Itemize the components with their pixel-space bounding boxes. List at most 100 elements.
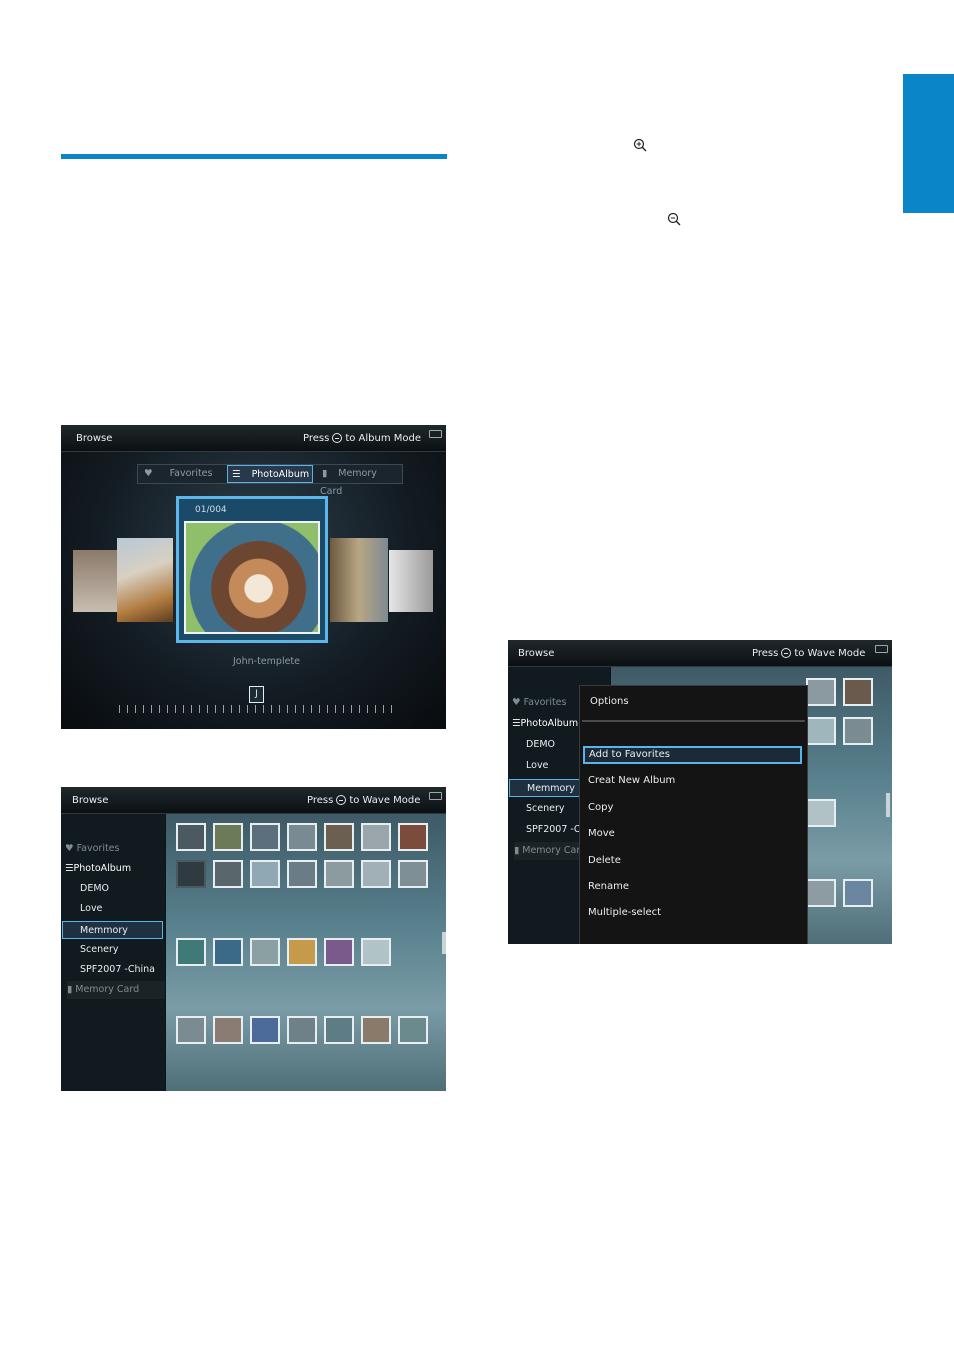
thumbnail[interactable]	[361, 823, 391, 851]
zoom-in-icon	[332, 433, 343, 443]
thumbnail[interactable]	[250, 938, 280, 966]
menu-item-rename[interactable]: Rename	[588, 878, 629, 896]
thumbnail[interactable]	[213, 860, 243, 888]
source-tabs: ♥ Favorites ☰ PhotoAlbum ▮ Memory Card	[137, 464, 403, 497]
zoom-out-icon	[336, 795, 347, 805]
top-bar: Browse Press to Album Mode	[61, 425, 446, 452]
thumbnail[interactable]	[176, 938, 206, 966]
thumbnail[interactable]	[287, 938, 317, 966]
sidebar-label: SPF2007 -C	[526, 824, 581, 835]
thumbnail[interactable]	[324, 860, 354, 888]
thumbnail[interactable]	[324, 1016, 354, 1044]
scrollbar-thumb[interactable]	[442, 932, 446, 954]
thumbnail[interactable]	[213, 938, 243, 966]
sidebar-item-memory-card[interactable]: ▮ Memory Card	[67, 981, 165, 999]
slider-letter: J	[255, 689, 258, 699]
thumbnail[interactable]	[843, 678, 873, 706]
sidebar-label: Memory Card	[522, 845, 587, 856]
thumbnail[interactable]	[250, 1016, 280, 1044]
thumbnail[interactable]	[361, 860, 391, 888]
mode-hint: Press to Wave Mode	[307, 795, 420, 806]
menu-item-delete[interactable]: Delete	[588, 852, 621, 870]
sidebar-label: Favorites	[76, 843, 120, 854]
slider-marker[interactable]: J	[249, 686, 264, 703]
sidebar-label: SPF2007 -China	[80, 964, 155, 975]
thumbnail[interactable]	[361, 1016, 391, 1044]
sidebar-label: Memmory	[80, 925, 128, 936]
thumbnail[interactable]	[213, 1016, 243, 1044]
browse-title: Browse	[76, 433, 113, 444]
thumbnail[interactable]	[213, 823, 243, 851]
battery-icon	[429, 792, 442, 800]
sidebar-item-demo[interactable]: DEMO	[80, 880, 165, 898]
menu-item-multiple-select[interactable]: Multiple-select	[588, 904, 661, 922]
thumbnail[interactable]	[324, 823, 354, 851]
thumbnail[interactable]	[806, 678, 836, 706]
press-label: Press	[752, 648, 779, 659]
thumbnail[interactable]	[398, 860, 428, 888]
thumbnail[interactable]	[176, 823, 206, 851]
thumbnail[interactable]	[806, 717, 836, 745]
tab-label: Favorites	[169, 468, 213, 479]
sidebar-label: Scenery	[80, 944, 119, 955]
sidebar-item-spf2007[interactable]: SPF2007 -China	[80, 961, 165, 979]
sidebar-item-love[interactable]: Love	[80, 900, 165, 918]
thumbnail[interactable]	[806, 799, 836, 827]
thumbnail[interactable]	[361, 938, 391, 966]
menu-item-copy[interactable]: Copy	[588, 799, 613, 817]
tab-memory-card[interactable]: ▮ Memory Card	[320, 465, 402, 497]
mode-hint: Press to Album Mode	[303, 433, 421, 444]
album-cover-left-far[interactable]	[73, 550, 117, 612]
menu-item-add-to-favorites[interactable]: Add to Favorites	[589, 746, 670, 764]
menu-item-create-new-album[interactable]: Creat New Album	[588, 772, 675, 790]
thumbnail-grid	[166, 814, 446, 1091]
thumbnail[interactable]	[287, 860, 317, 888]
album-name: John-templete	[233, 656, 300, 667]
album-cover-right[interactable]	[330, 538, 388, 622]
thumbnail[interactable]	[843, 717, 873, 745]
thumbnail[interactable]	[287, 1016, 317, 1044]
sidebar-label: DEMO	[80, 883, 109, 894]
sidebar-item-photoalbum[interactable]: ☰PhotoAlbum	[65, 860, 165, 878]
thumbnail[interactable]	[324, 938, 354, 966]
zoom-in-icon	[633, 138, 647, 152]
album-cover-selected[interactable]: 01/004	[176, 496, 328, 643]
sidebar-item-memmory[interactable]: Memmory	[62, 921, 163, 939]
sidebar-label: Love	[526, 760, 549, 771]
album-cover-left[interactable]	[117, 538, 173, 622]
album-slider-ticks[interactable]	[119, 705, 394, 713]
tab-photoalbum[interactable]: ☰ PhotoAlbum	[227, 465, 313, 483]
heart-icon: ♥	[144, 468, 153, 479]
sidebar-label: PhotoAlbum	[520, 718, 579, 729]
sidebar-item-scenery[interactable]: Scenery	[80, 941, 165, 959]
thumbnail[interactable]	[250, 860, 280, 888]
zoom-out-icon	[781, 648, 792, 658]
thumbnail[interactable]	[398, 823, 428, 851]
browse-title: Browse	[518, 648, 555, 659]
sidebar-item-favorites[interactable]: ♥ Favorites	[65, 840, 165, 858]
sidebar-label: Favorites	[523, 697, 567, 708]
album-mode-screen: Browse Press to Album Mode ♥ Favorites ☰ …	[61, 425, 446, 729]
album-icon: ☰	[65, 863, 74, 874]
battery-icon	[429, 430, 442, 438]
thumbnail[interactable]	[250, 823, 280, 851]
sidebar-label: Love	[80, 903, 103, 914]
section-rule	[61, 154, 447, 159]
thumbnail[interactable]	[176, 1016, 206, 1044]
thumbnail[interactable]	[806, 879, 836, 907]
album-cover-right-far[interactable]	[389, 550, 433, 612]
thumbnail[interactable]	[287, 823, 317, 851]
sidebar-label: PhotoAlbum	[73, 863, 132, 874]
menu-item-move[interactable]: Move	[588, 825, 615, 843]
press-label: Press	[307, 795, 334, 806]
heart-icon: ♥	[512, 697, 521, 708]
thumbnail[interactable]	[176, 860, 206, 888]
thumbnail[interactable]	[843, 879, 873, 907]
thumbnail[interactable]	[398, 1016, 428, 1044]
tab-favorites[interactable]: ♥ Favorites	[142, 465, 222, 483]
tab-label: PhotoAlbum	[251, 469, 310, 480]
menu-divider	[582, 720, 805, 722]
browse-title: Browse	[72, 795, 109, 806]
options-menu: Options Add to Favorites Creat New Album…	[579, 685, 808, 944]
scrollbar-thumb[interactable]	[886, 793, 890, 817]
